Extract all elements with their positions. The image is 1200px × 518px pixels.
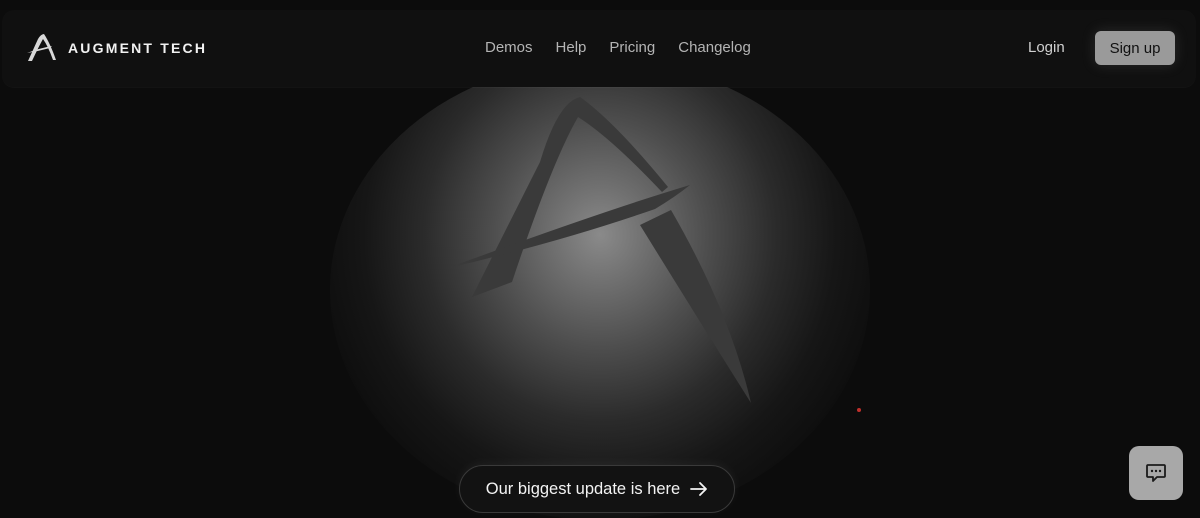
nav-link-help[interactable]: Help (556, 39, 587, 56)
arrow-right-icon (690, 482, 708, 496)
hero-logo-mark (448, 97, 751, 403)
update-announcement-label: Our biggest update is here (485, 479, 681, 498)
chat-widget-button[interactable] (1129, 446, 1183, 500)
brand-name: AUGMENT TECH (68, 40, 208, 56)
landing-page: AUGMENT TECH Demos Help Pricing Changelo… (0, 0, 1200, 518)
top-navbar: AUGMENT TECH Demos Help Pricing Changelo… (2, 10, 1196, 87)
update-announcement-button[interactable]: Our biggest update is here (459, 465, 735, 513)
nav-link-pricing[interactable]: Pricing (609, 39, 655, 56)
nav-link-changelog[interactable]: Changelog (678, 39, 751, 56)
signup-button[interactable]: Sign up (1095, 31, 1175, 65)
nav-links: Demos Help Pricing Changelog (485, 39, 774, 56)
brand[interactable]: AUGMENT TECH (26, 30, 207, 66)
augment-a-logo-icon (27, 34, 56, 61)
chat-bubble-icon (1146, 464, 1166, 482)
nav-link-demos[interactable]: Demos (485, 39, 533, 56)
login-link[interactable]: Login (1028, 39, 1065, 56)
accent-dot (857, 408, 861, 412)
